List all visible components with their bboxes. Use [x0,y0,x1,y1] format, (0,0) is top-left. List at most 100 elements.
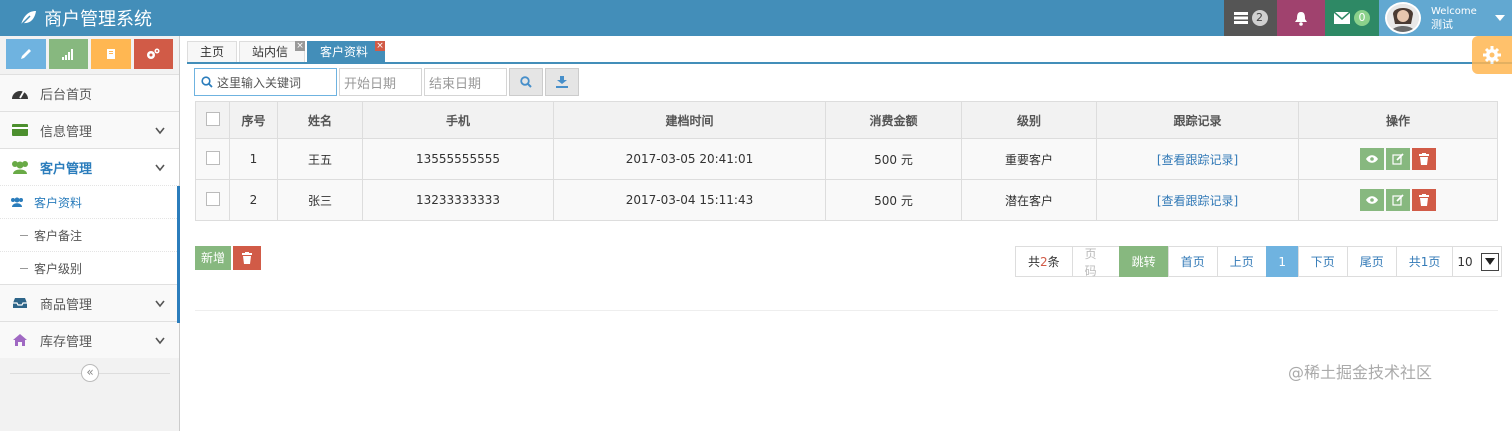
select-all-checkbox[interactable] [205,111,220,126]
users-icon [10,160,30,174]
chevron-down-icon [155,124,165,139]
user-menu[interactable]: Welcome 测试 [1379,0,1512,36]
add-button[interactable]: 新增 [195,246,231,270]
tab-messages[interactable]: 站内信 × [239,41,306,63]
column-header: 级别 [961,101,1097,139]
home-icon [10,333,30,347]
sidebar-collapse: « [0,362,180,382]
search-input[interactable]: 这里输入关键词 [194,68,337,96]
row-checkbox[interactable] [205,150,220,165]
messages-button[interactable]: 0 [1325,0,1379,36]
end-date-input[interactable]: 结束日期 [424,68,507,96]
trash-icon [1419,194,1429,206]
sidebar-item-info[interactable]: 信息管理 [0,111,179,148]
sidebar-item-label: 信息管理 [40,124,93,140]
notifications-button[interactable] [1277,0,1325,36]
start-date-input[interactable]: 开始日期 [339,68,422,96]
edit-icon [1392,194,1404,206]
cogs-shortcut-button[interactable] [133,39,173,69]
start-date-placeholder: 开始日期 [344,76,397,92]
app-title: 商户管理系统 [44,9,152,30]
view-button[interactable] [1360,189,1384,211]
table-row: 2 张三 13233333333 2017-03-04 15:11:43 500… [195,179,1498,221]
close-icon[interactable]: × [295,41,306,51]
view-button[interactable] [1360,148,1384,170]
edit-button[interactable] [1386,189,1410,211]
cell-amount: 500 元 [825,138,962,180]
edit-button[interactable] [1386,148,1410,170]
page-number-input[interactable]: 页码 [1071,246,1120,278]
sidebar-item-customers[interactable]: 客户管理 [0,148,179,185]
book-icon [106,49,115,59]
search-toolbar: 这里输入关键词 开始日期 结束日期 [194,68,579,96]
chevron-down-icon [1481,252,1500,271]
sidebar-item-dashboard[interactable]: 后台首页 [0,74,179,111]
sidebar-item-label: 客户管理 [40,161,93,177]
column-header: 建档时间 [553,101,826,139]
cell-level: 潜在客户 [961,179,1097,221]
sidebar-item-products[interactable]: 商品管理 [0,284,179,321]
view-tracking-link[interactable]: [查看跟踪记录] [1157,153,1238,167]
sidebar-subitem-customer-level[interactable]: 客户级别 [0,251,179,284]
tab-label: 主页 [200,45,225,59]
top-navbar: 商户管理系统 2 0 Welcome 测试 [0,0,1512,36]
delete-button[interactable] [1412,189,1436,211]
close-icon[interactable]: × [375,41,386,51]
cell-amount: 500 元 [825,179,962,221]
cell-created: 2017-03-05 20:41:01 [553,138,826,180]
current-page-button[interactable]: 1 [1265,246,1299,277]
jump-button[interactable]: 跳转 [1118,246,1169,277]
customer-table: 序号 姓名 手机 建档时间 消费金额 级别 跟踪记录 操作 1 王五 13555… [195,101,1498,221]
inbox-icon [10,297,30,309]
last-page-button[interactable]: 尾页 [1346,246,1397,277]
sidebar-subitem-label: 客户级别 [34,261,83,276]
signal-shortcut-button[interactable] [48,39,88,69]
page-count: 共1页 [1395,246,1454,277]
shortcut-buttons [0,36,179,74]
row-checkbox[interactable] [205,191,220,206]
tab-home[interactable]: 主页 [187,41,238,63]
sidebar-item-inventory[interactable]: 库存管理 [0,321,179,358]
messages-badge: 0 [1354,10,1370,26]
page-input-placeholder: 页码 [1084,246,1097,278]
search-icon [520,76,532,88]
total-count: 共2条 [1015,246,1073,277]
trash-icon [1419,153,1429,165]
chevron-down-icon [155,161,165,176]
gear-icon [1483,46,1501,64]
pencil-shortcut-button[interactable] [6,39,46,69]
settings-button[interactable] [1472,36,1512,74]
cell-phone: 13233333333 [362,179,554,221]
page-size-value: 10 [1457,254,1473,269]
next-page-button[interactable]: 下页 [1297,246,1348,277]
credit-card-icon [10,123,30,137]
sidebar-item-label: 库存管理 [40,334,93,350]
tasks-button[interactable]: 2 [1224,0,1277,36]
prev-page-button[interactable]: 上页 [1216,246,1267,277]
table-header-row: 序号 姓名 手机 建档时间 消费金额 级别 跟踪记录 操作 [195,101,1498,139]
double-angle-left-icon[interactable]: « [81,364,99,382]
tab-underline [187,62,1512,64]
tab-label: 客户资料 [320,45,369,59]
book-shortcut-button[interactable] [91,39,131,69]
pagination: 共2条 页码 跳转 首页 上页 1 下页 尾页 共1页 10 [1015,246,1503,278]
sidebar: 后台首页 信息管理 客户管理 客户资料 客户备注 客户级别 商品管理 库存管理 … [0,36,180,431]
view-tracking-link[interactable]: [查看跟踪记录] [1157,194,1238,208]
column-header: 姓名 [277,101,363,139]
export-button[interactable] [545,68,579,96]
page-size-select[interactable]: 10 [1452,246,1503,277]
sidebar-subitem-label: 客户资料 [34,195,83,210]
cell-name: 王五 [277,138,363,180]
chevron-down-icon [155,297,165,312]
sidebar-subitem-customer-profile[interactable]: 客户资料 [0,185,179,218]
batch-delete-button[interactable] [233,246,261,270]
delete-button[interactable] [1412,148,1436,170]
sidebar-item-label: 商品管理 [40,297,93,313]
search-button[interactable] [509,68,543,96]
divider [195,310,1498,311]
eye-icon [1366,155,1378,163]
first-page-button[interactable]: 首页 [1167,246,1218,277]
sidebar-subitem-customer-notes[interactable]: 客户备注 [0,218,179,251]
tab-customer-profile[interactable]: 客户资料 × [307,41,386,63]
brand[interactable]: 商户管理系统 [18,5,152,31]
